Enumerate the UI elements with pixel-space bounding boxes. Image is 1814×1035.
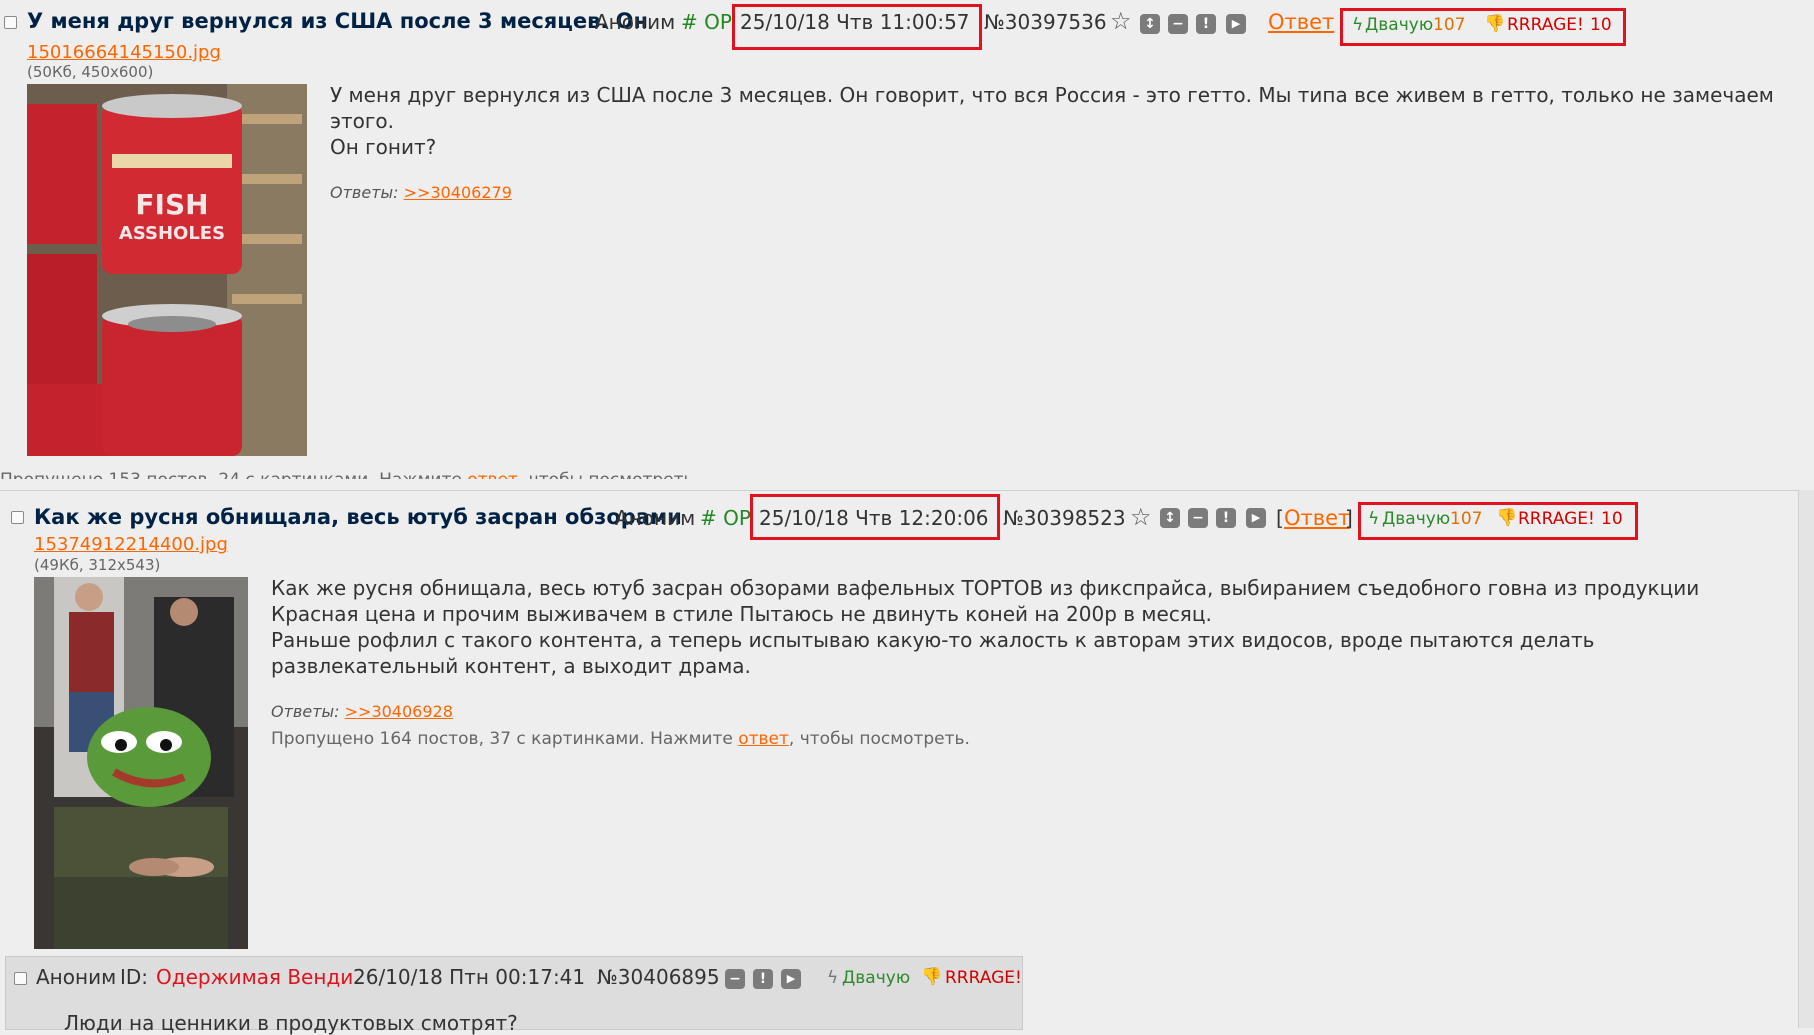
op-tag: # OP [681,10,732,34]
post-body-line: Раньше рофлил с такого контента, а тепер… [271,628,1595,678]
post-number[interactable]: №30397536 [984,10,1107,34]
reply-link[interactable]: Ответ [1284,506,1350,530]
post-body-line: Он гонит? [330,135,437,159]
hide-icon[interactable]: − [725,969,745,989]
play-icon[interactable]: ▶ [781,969,801,989]
dislike-icon: 👎 [921,967,943,987]
skipped-open-link[interactable]: ответ [738,729,789,749]
reply-id-label: ID: [120,965,149,989]
post-body-line: Как же русня обнищала, весь ютуб засран … [271,576,1700,626]
report-icon[interactable]: ! [1196,14,1216,34]
reply-link[interactable]: Ответ [1268,10,1334,34]
post-number[interactable]: №30398523 [1003,506,1126,530]
answers-block: Ответы: >>30406279 [330,183,512,202]
post-body-line: У меня друг вернулся из США после 3 меся… [330,83,1774,133]
post-body: Как же русня обнищала, весь ютуб засран … [271,575,1781,679]
post-subject: Как же русня обнищала, весь ютуб засран … [34,505,682,529]
page-scrollbar-edge[interactable] [1798,490,1814,1028]
op-tag: # OP [700,506,751,530]
reply-bracket-close: ] [1345,506,1353,530]
reply-number[interactable]: №30406895 [597,965,720,989]
like-count: 107 [1450,509,1483,529]
select-checkbox[interactable] [11,511,24,524]
thread-divider [0,490,1814,491]
report-icon[interactable]: ! [1216,508,1236,528]
dislike-count: 10 [1590,15,1612,35]
file-info: (50Кб, 450x600) [27,63,154,81]
post-author: Аноним [615,506,696,530]
hide-icon[interactable]: − [1188,508,1208,528]
reply-post: Аноним ID: Одержимая Венди 26/10/18 Птн … [5,956,1023,1035]
dislike-count: 10 [1601,509,1623,529]
reply-id-name: Одержимая Венди [156,965,354,989]
like-count: 107 [1433,15,1466,35]
post-thumbnail-image[interactable] [34,577,248,949]
like-icon: ϟ [1368,509,1380,529]
skipped-text: Пропущено 164 постов, 37 с картинками. Н… [271,729,739,749]
file-name-link[interactable]: 15374912214400.jpg [34,534,228,555]
report-icon[interactable]: ! [753,969,773,989]
post-date: 25/10/18 Чтв 11:00:57 [740,10,970,34]
favorite-star-icon[interactable]: ☆ [1110,9,1132,33]
dislike-button[interactable]: RRRAGE! [1507,15,1584,35]
hide-icon[interactable]: − [1168,14,1188,34]
post-date: 25/10/18 Чтв 12:20:06 [759,506,989,530]
expand-icon[interactable]: ↕ [1140,14,1160,34]
skipped-posts-note: Пропущено 153 постов, 24 с картинками. Н… [0,470,699,490]
post-body: У меня друг вернулся из США после 3 меся… [330,82,1780,160]
dislike-button[interactable]: RRRAGE! [945,968,1022,988]
like-icon: ϟ [827,968,839,988]
like-button[interactable]: Двачую [1382,509,1450,529]
play-icon[interactable]: ▶ [1226,14,1246,34]
play-icon[interactable]: ▶ [1246,508,1266,528]
cans-illustration: FISH ASSHOLES [27,84,307,456]
skipped-tail: , чтобы посмотреть. [788,729,970,749]
post-subject: У меня друг вернулся из США после 3 меся… [27,9,649,33]
file-name-link[interactable]: 15016664145150.jpg [27,42,221,63]
image-text-assholes: ASSHOLES [119,223,225,244]
skipped-text: Пропущено 153 постов, 24 с картинками. Н… [0,470,468,490]
answers-label: Ответы: [330,183,399,202]
reply-author: Аноним [36,965,117,989]
file-info: (49Кб, 312x543) [34,556,161,574]
like-button[interactable]: Двачую [842,968,910,988]
image-text-fish: FISH [135,188,208,221]
dislike-icon: 👎 [1496,508,1518,528]
favorite-star-icon[interactable]: ☆ [1130,505,1152,529]
select-checkbox[interactable] [14,972,27,985]
dislike-icon: 👎 [1484,14,1506,34]
like-icon: ϟ [1352,15,1364,35]
answer-link[interactable]: >>30406928 [345,702,453,721]
post-thumbnail-image[interactable]: FISH ASSHOLES [27,84,307,456]
answer-link[interactable]: >>30406279 [404,183,512,202]
skipped-tail: , чтобы посмотреть. [517,470,699,490]
post-author: Аноним [595,10,676,34]
expand-icon[interactable]: ↕ [1160,508,1180,528]
answers-block: Ответы: >>30406928 [271,702,453,721]
reply-date: 26/10/18 Птн 00:17:41 [353,965,586,989]
skipped-posts-note: Пропущено 164 постов, 37 с картинками. Н… [271,729,970,749]
pepe-man-illustration [34,577,248,949]
like-button[interactable]: Двачую [1365,15,1433,35]
select-checkbox[interactable] [4,16,17,29]
dislike-button[interactable]: RRRAGE! [1518,509,1595,529]
reply-bracket-open: [ [1276,506,1284,530]
skipped-open-link[interactable]: ответ [467,470,518,479]
reply-body: Люди на ценники в продуктовых смотрят? [64,1011,518,1035]
answers-label: Ответы: [271,702,340,721]
